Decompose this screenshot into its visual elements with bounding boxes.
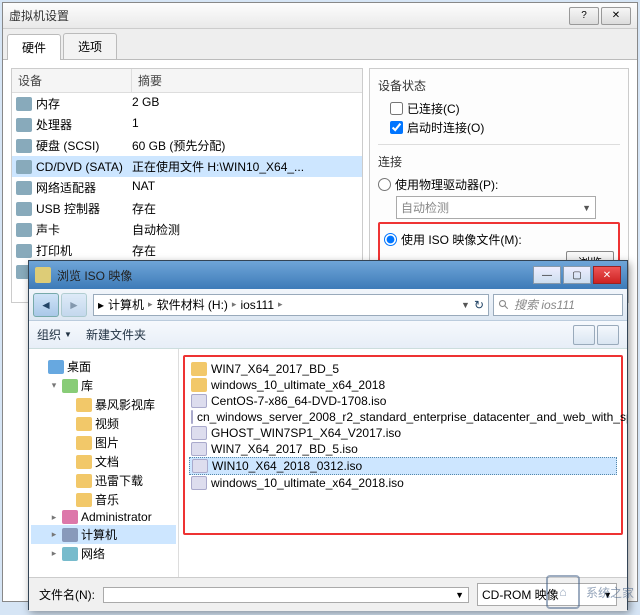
device-row[interactable]: 硬盘 (SCSI)60 GB (预先分配): [12, 135, 362, 156]
connected-checkbox[interactable]: 已连接(C): [390, 100, 620, 117]
address-bar[interactable]: ▸ 计算机 软件材料 (H:) ios111 ▼ ↻: [93, 294, 489, 316]
tabs: 硬件 选项: [3, 29, 637, 60]
use-iso-radio[interactable]: 使用 ISO 映像文件(M):: [384, 231, 614, 248]
help-button[interactable]: ?: [569, 7, 599, 25]
new-folder-button[interactable]: 新建文件夹: [86, 326, 146, 343]
tab-hardware[interactable]: 硬件: [7, 34, 61, 60]
device-row[interactable]: 处理器1: [12, 114, 362, 135]
folder-icon: [62, 379, 78, 393]
device-icon: [16, 181, 32, 195]
filename-input[interactable]: ▼: [103, 587, 469, 603]
tree-node[interactable]: 音乐: [31, 490, 176, 509]
folder-icon: [76, 493, 92, 507]
col-device: 设备: [12, 69, 132, 92]
chevron-down-icon: ▼: [455, 590, 464, 600]
device-icon: [16, 139, 32, 153]
device-icon: [16, 118, 32, 132]
chevron-down-icon: ▼: [582, 203, 591, 213]
file-row[interactable]: cn_windows_server_2008_r2_standard_enter…: [189, 409, 617, 425]
iso-file-icon: [192, 459, 208, 473]
minimize-button[interactable]: —: [533, 266, 561, 284]
tree-node[interactable]: 视频: [31, 414, 176, 433]
file-list: WIN7_X64_2017_BD_5windows_10_ultimate_x6…: [179, 349, 627, 577]
tree-node[interactable]: ▾库: [31, 376, 176, 395]
filetype-combo[interactable]: CD-ROM 映像▼: [477, 583, 617, 606]
tree-node[interactable]: 迅雷下载: [31, 471, 176, 490]
folder-icon: [76, 436, 92, 450]
settings-title: 虚拟机设置: [9, 7, 567, 24]
device-icon: [16, 97, 32, 111]
file-row[interactable]: CentOS-7-x86_64-DVD-1708.iso: [189, 393, 617, 409]
device-row[interactable]: 网络适配器NAT: [12, 177, 362, 198]
close-button[interactable]: ✕: [601, 7, 631, 25]
connect-on-checkbox[interactable]: 启动时连接(O): [390, 119, 620, 136]
tab-options[interactable]: 选项: [63, 33, 117, 59]
folder-icon: [76, 455, 92, 469]
iso-file-icon: [191, 476, 207, 490]
organize-menu[interactable]: 组织▼: [37, 326, 72, 343]
dialog-close-button[interactable]: ✕: [593, 266, 621, 284]
folder-tree: 桌面▾库暴风影视库视频图片文档迅雷下载音乐▸Administrator▸计算机▸…: [29, 349, 179, 577]
device-icon: [16, 223, 32, 237]
file-row[interactable]: WIN7_X64_2017_BD_5.iso: [189, 441, 617, 457]
device-row[interactable]: USB 控制器存在: [12, 198, 362, 219]
col-summary: 摘要: [132, 69, 168, 92]
back-button[interactable]: ◄: [33, 293, 59, 317]
forward-button[interactable]: ►: [61, 293, 87, 317]
folder-icon: [191, 378, 207, 392]
file-row[interactable]: windows_10_ultimate_x64_2018: [189, 377, 617, 393]
dialog-icon: [35, 267, 51, 283]
folder-icon: [62, 547, 78, 561]
iso-file-icon: [191, 426, 207, 440]
use-physical-radio[interactable]: 使用物理驱动器(P):: [378, 176, 620, 193]
help-button[interactable]: [597, 325, 619, 345]
folder-icon: [191, 362, 207, 376]
view-mode-button[interactable]: [573, 325, 595, 345]
file-row[interactable]: WIN10_X64_2018_0312.iso: [189, 457, 617, 475]
iso-file-icon: [191, 410, 193, 424]
breadcrumb[interactable]: 计算机: [108, 296, 157, 313]
device-row[interactable]: 打印机存在: [12, 240, 362, 261]
folder-icon: [76, 474, 92, 488]
tree-node[interactable]: 桌面: [31, 357, 176, 376]
iso-file-icon: [191, 442, 207, 456]
folder-icon: [76, 398, 92, 412]
dialog-title: 浏览 ISO 映像: [57, 267, 132, 284]
file-row[interactable]: windows_10_ultimate_x64_2018.iso: [189, 475, 617, 491]
tree-node[interactable]: 暴风影视库: [31, 395, 176, 414]
chevron-down-icon: ▼: [461, 300, 470, 310]
device-icon: [16, 244, 32, 258]
device-row[interactable]: CD/DVD (SATA)正在使用文件 H:\WIN10_X64_...: [12, 156, 362, 177]
breadcrumb[interactable]: ios111: [240, 298, 286, 312]
maximize-button[interactable]: ▢: [563, 266, 591, 284]
tree-node[interactable]: 文档: [31, 452, 176, 471]
folder-icon: [76, 417, 92, 431]
search-icon: [498, 299, 510, 311]
connection-group-title: 连接: [378, 153, 620, 170]
filename-label: 文件名(N):: [39, 586, 95, 603]
tree-node[interactable]: ▸网络: [31, 544, 176, 563]
tree-node[interactable]: 图片: [31, 433, 176, 452]
tree-node[interactable]: ▸计算机: [31, 525, 176, 544]
file-row[interactable]: WIN7_X64_2017_BD_5: [189, 361, 617, 377]
folder-icon: [62, 510, 78, 524]
folder-icon: [48, 360, 64, 374]
physical-drive-combo[interactable]: 自动检测▼: [396, 196, 596, 219]
search-input[interactable]: 搜索 ios111: [493, 294, 623, 316]
file-dialog: 浏览 ISO 映像 — ▢ ✕ ◄ ► ▸ 计算机 软件材料 (H:) ios1…: [28, 260, 628, 610]
device-icon: [16, 202, 32, 216]
folder-icon: [62, 528, 78, 542]
chevron-down-icon: ▼: [603, 590, 612, 600]
device-icon: [16, 160, 32, 174]
refresh-icon[interactable]: ↻: [474, 298, 484, 312]
breadcrumb[interactable]: 软件材料 (H:): [157, 296, 241, 313]
status-group-title: 设备状态: [378, 77, 620, 94]
device-row[interactable]: 声卡自动检测: [12, 219, 362, 240]
file-row[interactable]: GHOST_WIN7SP1_X64_V2017.iso: [189, 425, 617, 441]
device-row[interactable]: 内存2 GB: [12, 93, 362, 114]
tree-node[interactable]: ▸Administrator: [31, 509, 176, 525]
iso-file-icon: [191, 394, 207, 408]
